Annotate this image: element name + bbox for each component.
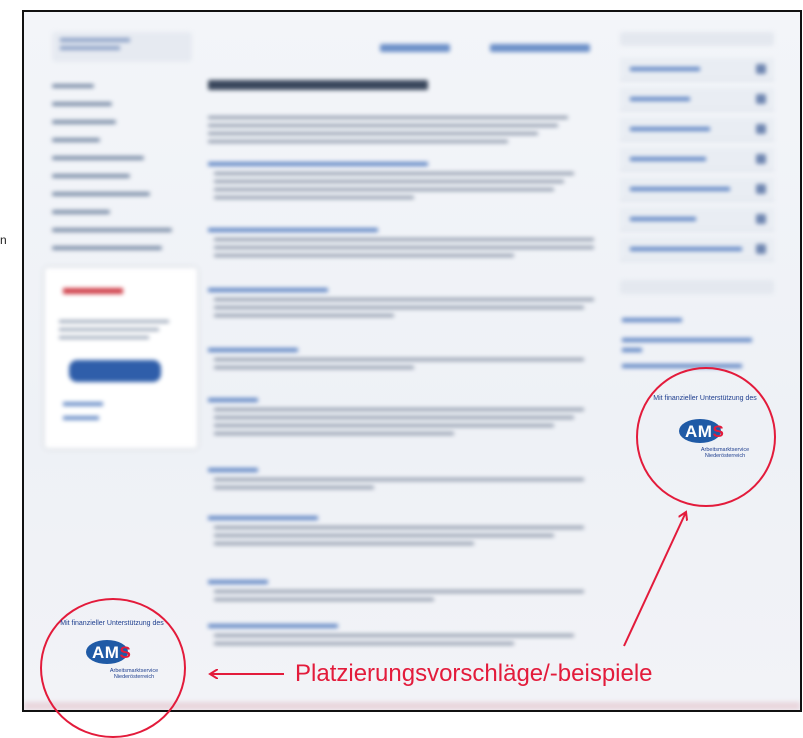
sidebar-item[interactable] <box>52 192 150 196</box>
top-link-1[interactable] <box>380 44 450 52</box>
article-link[interactable] <box>208 624 338 628</box>
ams-letters: AM <box>685 422 713 441</box>
page-heading <box>208 80 428 90</box>
article-link[interactable] <box>208 228 378 232</box>
ams-logo-right: Mit finanzieller Unterstützung des AMS A… <box>650 395 760 459</box>
ams-support-text: Mit finanzieller Unterstützung des <box>60 620 164 627</box>
box-link[interactable] <box>63 402 103 406</box>
box-link[interactable] <box>63 416 99 420</box>
sidebar-item[interactable] <box>52 210 110 214</box>
edge-letter: n <box>0 233 7 247</box>
sidebar-item[interactable] <box>52 246 162 250</box>
right-heading <box>620 32 774 46</box>
article-link[interactable] <box>208 468 258 472</box>
sidebar-item[interactable] <box>52 84 94 88</box>
ams-s-letter: S <box>712 422 725 441</box>
sidebar-item[interactable] <box>52 102 112 106</box>
ams-support-text: Mit finanzieller Unterstützung des <box>653 395 757 402</box>
right-link[interactable] <box>620 118 774 141</box>
site-logo[interactable] <box>52 32 192 62</box>
right-link[interactable] <box>620 58 774 81</box>
sidebar-item[interactable] <box>52 228 172 232</box>
sidebar-item[interactable] <box>52 138 100 142</box>
job-search-box <box>44 267 198 449</box>
right-link[interactable] <box>620 178 774 201</box>
right-link[interactable] <box>620 238 774 261</box>
right-link[interactable] <box>620 208 774 231</box>
ams-letters: AM <box>92 643 120 662</box>
article-link[interactable] <box>208 288 328 292</box>
article-link[interactable] <box>208 398 258 402</box>
article-link[interactable] <box>208 516 318 520</box>
sidebar-nav <box>52 84 202 264</box>
right-heading <box>620 280 774 294</box>
sidebar-item[interactable] <box>52 156 144 160</box>
ams-subtitle: Arbeitsmarktservice Niederösterreich <box>700 447 750 459</box>
right-link[interactable] <box>620 148 774 171</box>
top-link-2[interactable] <box>490 44 590 52</box>
ams-s-letter: S <box>119 643 132 662</box>
article-link[interactable] <box>208 162 428 166</box>
search-button[interactable] <box>69 360 161 382</box>
annotation-caption: Platzierungsvorschläge/-beispiele <box>295 660 653 687</box>
right-link[interactable] <box>620 88 774 111</box>
sidebar-item[interactable] <box>52 120 116 124</box>
ams-subtitle: Arbeitsmarktservice Niederösterreich <box>109 668 159 680</box>
article-link[interactable] <box>208 348 298 352</box>
sidebar-item[interactable] <box>52 174 130 178</box>
ams-logo-left: Mit finanzieller Unterstützung des AMS A… <box>52 620 172 680</box>
article-link[interactable] <box>208 580 268 584</box>
